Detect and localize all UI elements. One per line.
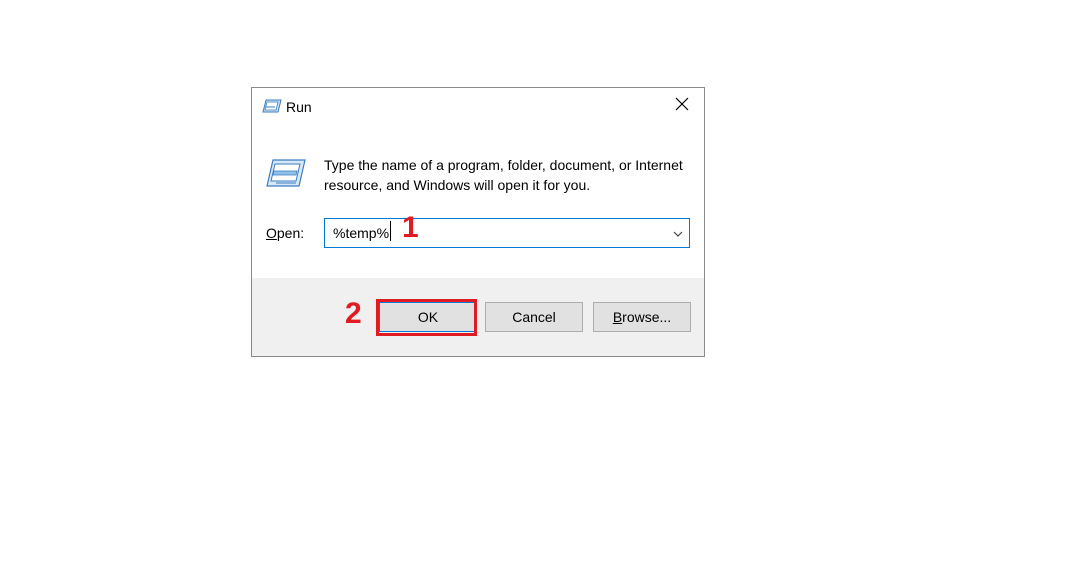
open-input[interactable] — [325, 219, 661, 247]
title-bar[interactable]: Run — [252, 88, 704, 126]
open-label-text: pen: — [276, 225, 305, 241]
step-1-callout: 1 — [402, 211, 419, 244]
dialog-footer: OK Cancel Browse... — [252, 278, 704, 356]
open-label-accelerator: O — [266, 225, 277, 241]
browse-button[interactable]: Browse... — [593, 302, 691, 332]
run-program-icon — [266, 158, 306, 188]
close-button[interactable] — [660, 88, 704, 124]
text-caret — [390, 221, 391, 241]
cancel-button[interactable]: Cancel — [485, 302, 583, 332]
step-2-callout: 2 — [345, 297, 362, 330]
browse-accelerator: B — [612, 309, 623, 325]
chevron-down-icon[interactable] — [671, 227, 685, 239]
run-dialog: Run Type the name of a program, folder, … — [251, 87, 705, 357]
dialog-title: Run — [286, 99, 312, 115]
browse-label: rowse... — [622, 309, 672, 325]
dialog-description: Type the name of a program, folder, docu… — [324, 157, 683, 193]
open-label: Open: — [266, 225, 304, 241]
open-combobox[interactable] — [324, 218, 690, 248]
ok-highlight-box — [376, 299, 477, 336]
run-icon — [262, 98, 282, 114]
close-icon — [675, 97, 689, 116]
